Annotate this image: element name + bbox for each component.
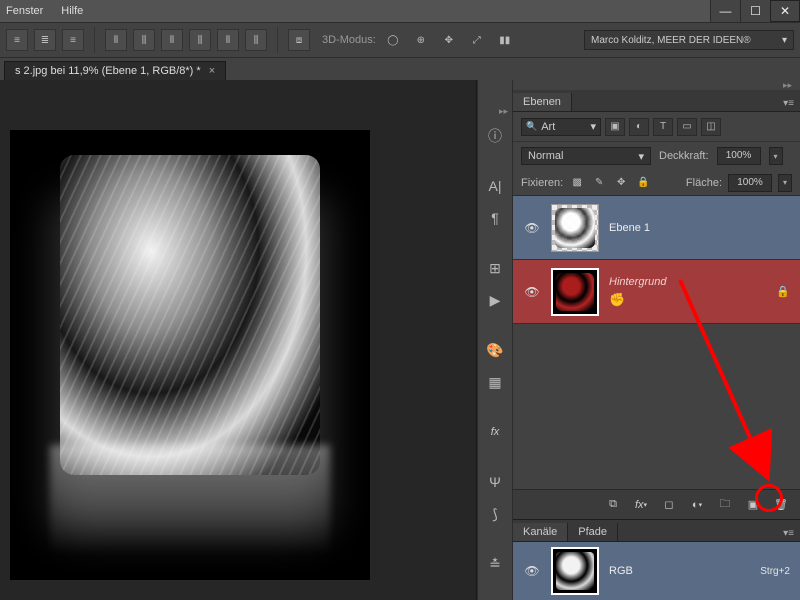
annotation-arrow: [0, 0, 800, 600]
annotation-circle: [755, 484, 783, 512]
